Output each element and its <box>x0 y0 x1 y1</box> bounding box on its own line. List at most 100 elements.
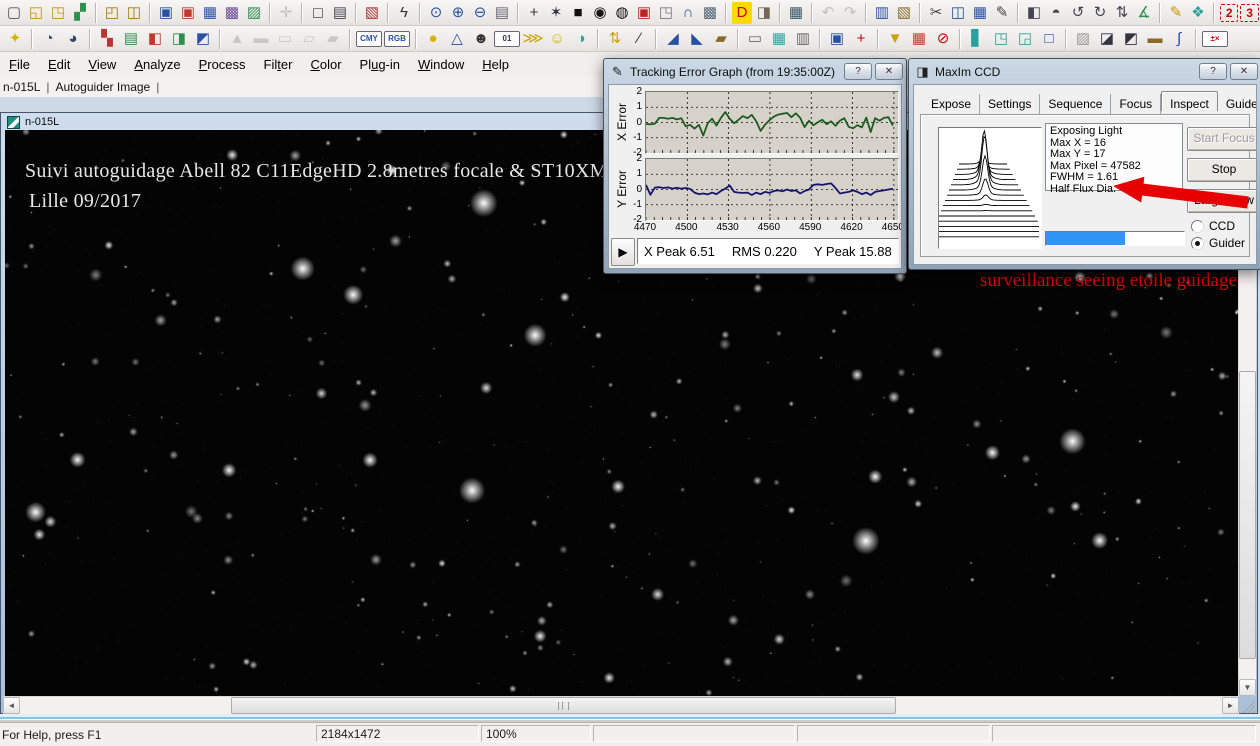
graph-window-icon[interactable]: ∩ <box>678 2 698 24</box>
bin-2x2-icon[interactable]: 2 <box>1220 3 1239 22</box>
measure-angle-icon[interactable]: △ <box>446 28 468 50</box>
deblur-low-icon[interactable]: ◢ <box>662 28 684 50</box>
radio-guider[interactable]: Guider <box>1191 236 1245 250</box>
menu-process[interactable]: Process <box>190 54 255 75</box>
radio-button-icon[interactable] <box>1191 219 1204 233</box>
menu-view[interactable]: View <box>79 54 125 75</box>
menu-file[interactable]: File <box>0 54 39 75</box>
window-resize-grip[interactable] <box>1239 697 1255 713</box>
menu-filter[interactable]: Filter <box>255 54 302 75</box>
open-file-icon[interactable]: ◱ <box>26 2 46 24</box>
tab-inspect[interactable]: Inspect <box>1161 91 1218 111</box>
tab-sequence[interactable]: Sequence <box>1040 94 1112 114</box>
menu-edit[interactable]: Edit <box>39 54 79 75</box>
histogram-specification-icon[interactable]: ◪ <box>1096 28 1118 50</box>
magnify-window-icon[interactable]: ◍ <box>612 2 632 24</box>
cmy-mode-icon[interactable]: CMY <box>356 30 382 47</box>
save-as-icon[interactable]: ▣ <box>178 2 198 24</box>
vertical-scrollbar-thumb[interactable] <box>1239 371 1256 659</box>
menu-window[interactable]: Window <box>409 54 473 75</box>
maxim-window-titlebar[interactable]: ◨ MaxIm CCD ? ✕ <box>912 61 1258 82</box>
curves-icon[interactable]: ∫ <box>1168 28 1190 50</box>
levels-icon[interactable]: ▬ <box>1144 28 1166 50</box>
center-crosshair-icon[interactable]: ◉ <box>590 2 610 24</box>
scroll-graph-button[interactable]: ▶ <box>611 238 635 266</box>
print-icon[interactable]: ▤ <box>330 2 350 24</box>
flatten-1-icon[interactable]: ▬ <box>250 28 272 50</box>
smooth-2-icon[interactable]: ▰ <box>322 28 344 50</box>
pixel-repair-icon[interactable]: ▦ <box>908 28 930 50</box>
copy-icon[interactable]: ▥ <box>872 2 892 24</box>
camera-control-icon[interactable]: ◨ <box>754 2 774 24</box>
night-vision-icon[interactable]: ■ <box>568 2 588 24</box>
tile-windows-icon[interactable]: ▦ <box>786 2 806 24</box>
file-group-icon[interactable]: ▩ <box>700 2 720 24</box>
horizontal-scrollbar-thumb[interactable] <box>231 697 896 714</box>
telescope-control-icon[interactable]: ✶ <box>546 2 566 24</box>
start-focus-button[interactable]: Start Focus <box>1187 127 1256 151</box>
color-palette-icon[interactable]: ▤ <box>120 28 142 50</box>
layer-stack-icon[interactable]: ⋙ <box>522 28 544 50</box>
rgb-mode-icon[interactable]: RGB <box>384 30 410 47</box>
zoom-in-icon[interactable]: ⊕ <box>448 2 468 24</box>
close-icon[interactable]: ✕ <box>875 63 903 80</box>
copy-green-channel-icon[interactable]: ◨ <box>168 28 190 50</box>
frame-box-icon[interactable]: □ <box>1038 28 1060 50</box>
screen-stretch-icon[interactable]: ▤ <box>492 2 512 24</box>
pan-tool-icon[interactable]: ✛ <box>276 2 296 24</box>
radio-button-icon[interactable] <box>1191 236 1204 250</box>
batch-convert-icon[interactable]: ▞ <box>70 2 90 24</box>
split-tricolor-icon[interactable]: ▚ <box>96 28 118 50</box>
tile-compare-1-icon[interactable]: ◳ <box>990 28 1012 50</box>
menu-color[interactable]: Color <box>301 54 350 75</box>
measure-document-icon[interactable]: ▥ <box>792 28 814 50</box>
color-adjust-icon[interactable]: ❖ <box>1188 2 1208 24</box>
document-tab-n-015l[interactable]: n-015L <box>1 78 46 96</box>
annotate-icon[interactable]: ✎ <box>992 2 1012 24</box>
rotate-180-icon[interactable]: ⇅ <box>1112 2 1132 24</box>
pixel-math-icon[interactable]: ±× <box>1202 30 1228 47</box>
kill-operation-icon[interactable]: ϟ <box>394 2 414 24</box>
toggle-crosshairs-icon[interactable]: + <box>524 2 544 24</box>
save-compressed-icon[interactable]: ▩ <box>222 2 242 24</box>
rotate-right-icon[interactable]: ↻ <box>1090 2 1110 24</box>
frame-01-icon[interactable]: 01 <box>494 30 520 47</box>
help-button[interactable]: ? <box>1199 63 1227 80</box>
day-night-mode-1-icon[interactable]: ◔ <box>38 28 60 50</box>
deblur-custom-icon[interactable]: ▰ <box>710 28 732 50</box>
close-icon[interactable]: ✕ <box>1230 63 1258 80</box>
pie-info-icon[interactable]: ◑ <box>570 28 592 50</box>
horizontal-scrollbar[interactable]: ◄ ► <box>3 696 1239 714</box>
copy-red-channel-icon[interactable]: ◧ <box>144 28 166 50</box>
mirror-horizontal-icon[interactable]: ◧ <box>1024 2 1044 24</box>
line-tool-icon[interactable]: ∕ <box>628 28 650 50</box>
free-rotate-icon[interactable]: ∡ <box>1134 2 1154 24</box>
crop-icon[interactable]: ✂ <box>926 2 946 24</box>
day-night-mode-2-icon[interactable]: ◕ <box>62 28 84 50</box>
paste-icon[interactable]: ▧ <box>894 2 914 24</box>
tab-expose[interactable]: Expose <box>923 94 981 114</box>
scroll-left-button[interactable]: ◄ <box>3 697 20 714</box>
screen-zoom-icon[interactable]: ▣ <box>634 2 654 24</box>
histogram-icon[interactable]: ▋ <box>966 28 988 50</box>
radio-ccd[interactable]: CCD <box>1191 219 1235 233</box>
measure-ruler-icon[interactable]: ▭ <box>744 28 766 50</box>
mirror-vertical-icon[interactable]: ◓ <box>1046 2 1066 24</box>
help-button[interactable]: ? <box>844 63 872 80</box>
magic-wand-icon[interactable]: ✦ <box>4 28 26 50</box>
flip-levels-icon[interactable]: ⇅ <box>604 28 626 50</box>
batch-save-icon[interactable]: ▨ <box>244 2 264 24</box>
document-tab-autoguider-image[interactable]: Autoguider Image <box>54 78 157 96</box>
screen-gradient-icon[interactable]: ▨ <box>1072 28 1094 50</box>
save-icon[interactable]: ▣ <box>156 2 176 24</box>
undo-icon[interactable]: ↶ <box>818 2 838 24</box>
scroll-right-button[interactable]: ► <box>1222 697 1239 714</box>
smooth-1-icon[interactable]: ▱ <box>298 28 320 50</box>
add-item-icon[interactable]: + <box>850 28 872 50</box>
color-display-icon[interactable]: D <box>732 1 752 24</box>
bin-3x3-icon[interactable]: 3 <box>1240 3 1259 22</box>
no-calibration-icon[interactable]: ⊘ <box>932 28 954 50</box>
scroll-down-button[interactable]: ▼ <box>1239 679 1256 696</box>
tab-guide[interactable]: Guide <box>1218 94 1256 114</box>
edit-open-icon[interactable]: ◳ <box>48 2 68 24</box>
